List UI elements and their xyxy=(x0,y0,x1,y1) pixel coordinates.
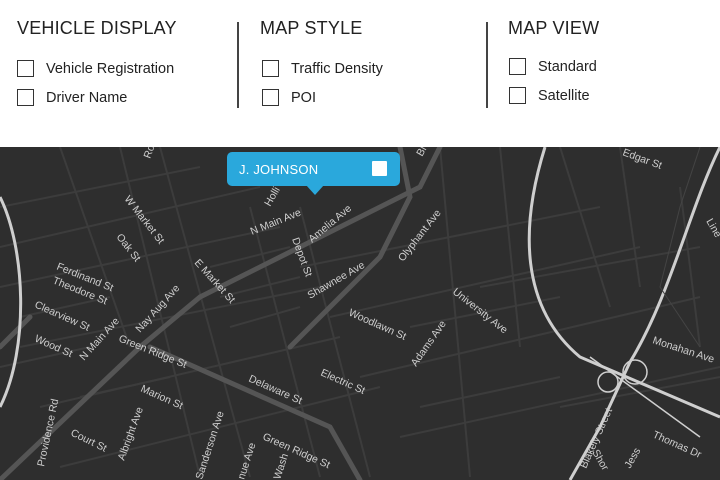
poi-label[interactable]: POI xyxy=(291,90,316,106)
standard-option[interactable]: Standard xyxy=(509,58,597,75)
street-label: Nay Aug Ave xyxy=(133,282,182,335)
street-label: Albright Ave xyxy=(116,405,146,462)
driver-name-checkbox[interactable] xyxy=(17,89,34,106)
map-canvas[interactable]: Roo Holli N Main Ave Amelia Ave Depot St… xyxy=(0,147,720,480)
vehicle-display-group: VEHICLE DISPLAY xyxy=(17,18,177,39)
satellite-checkbox[interactable] xyxy=(509,87,526,104)
divider xyxy=(486,22,488,108)
street-label: Woodlawn St xyxy=(347,307,408,343)
street-label: Roo xyxy=(142,147,160,160)
street-label: Bl xyxy=(414,147,429,159)
traffic-density-checkbox[interactable] xyxy=(262,60,279,77)
driver-name-option[interactable]: Driver Name xyxy=(17,89,127,106)
map-view-group: MAP VIEW xyxy=(508,18,599,39)
map-view-title: MAP VIEW xyxy=(508,18,600,38)
traffic-density-label[interactable]: Traffic Density xyxy=(291,61,383,77)
street-label: Green Ridge St xyxy=(261,431,332,471)
map-options-panel: VEHICLE DISPLAY Vehicle Registration Dri… xyxy=(0,0,720,147)
satellite-label[interactable]: Satellite xyxy=(538,88,590,104)
driver-name-tag[interactable]: J. JOHNSON xyxy=(239,162,318,177)
street-label: Providence Rd xyxy=(35,398,61,468)
street-label: Jess xyxy=(622,446,643,471)
vehicle-marker[interactable]: J. JOHNSON xyxy=(227,152,400,195)
street-label: Edgar St xyxy=(621,147,664,172)
poi-checkbox[interactable] xyxy=(262,89,279,106)
street-label: Court St xyxy=(69,427,109,455)
satellite-option[interactable]: Satellite xyxy=(509,87,590,104)
divider xyxy=(237,22,239,108)
street-label: Wash xyxy=(271,452,291,480)
standard-label[interactable]: Standard xyxy=(538,59,597,75)
street-label: Line xyxy=(703,217,720,240)
map-style-title: MAP STYLE xyxy=(260,18,363,38)
driver-name-label[interactable]: Driver Name xyxy=(46,90,127,106)
street-label: University Ave xyxy=(450,286,510,336)
street-label: Monahan Ave xyxy=(651,334,716,365)
street-label: N Main Ave xyxy=(249,207,303,238)
vehicle-registration-checkbox[interactable] xyxy=(17,60,34,77)
poi-option[interactable]: POI xyxy=(262,89,316,106)
standard-checkbox[interactable] xyxy=(509,58,526,75)
map-roads: Roo Holli N Main Ave Amelia Ave Depot St… xyxy=(0,147,720,480)
vehicle-registration-label[interactable]: Vehicle Registration xyxy=(46,61,174,77)
traffic-density-option[interactable]: Traffic Density xyxy=(262,60,383,77)
street-label: nue Ave xyxy=(235,441,258,480)
street-label: Sanderson Ave xyxy=(193,410,226,480)
vehicle-registration-option[interactable]: Vehicle Registration xyxy=(17,60,174,77)
map-style-group: MAP STYLE xyxy=(260,18,363,39)
marker-checkbox[interactable] xyxy=(372,161,387,176)
street-label: Holli xyxy=(262,185,283,209)
vehicle-display-title: VEHICLE DISPLAY xyxy=(17,18,177,38)
